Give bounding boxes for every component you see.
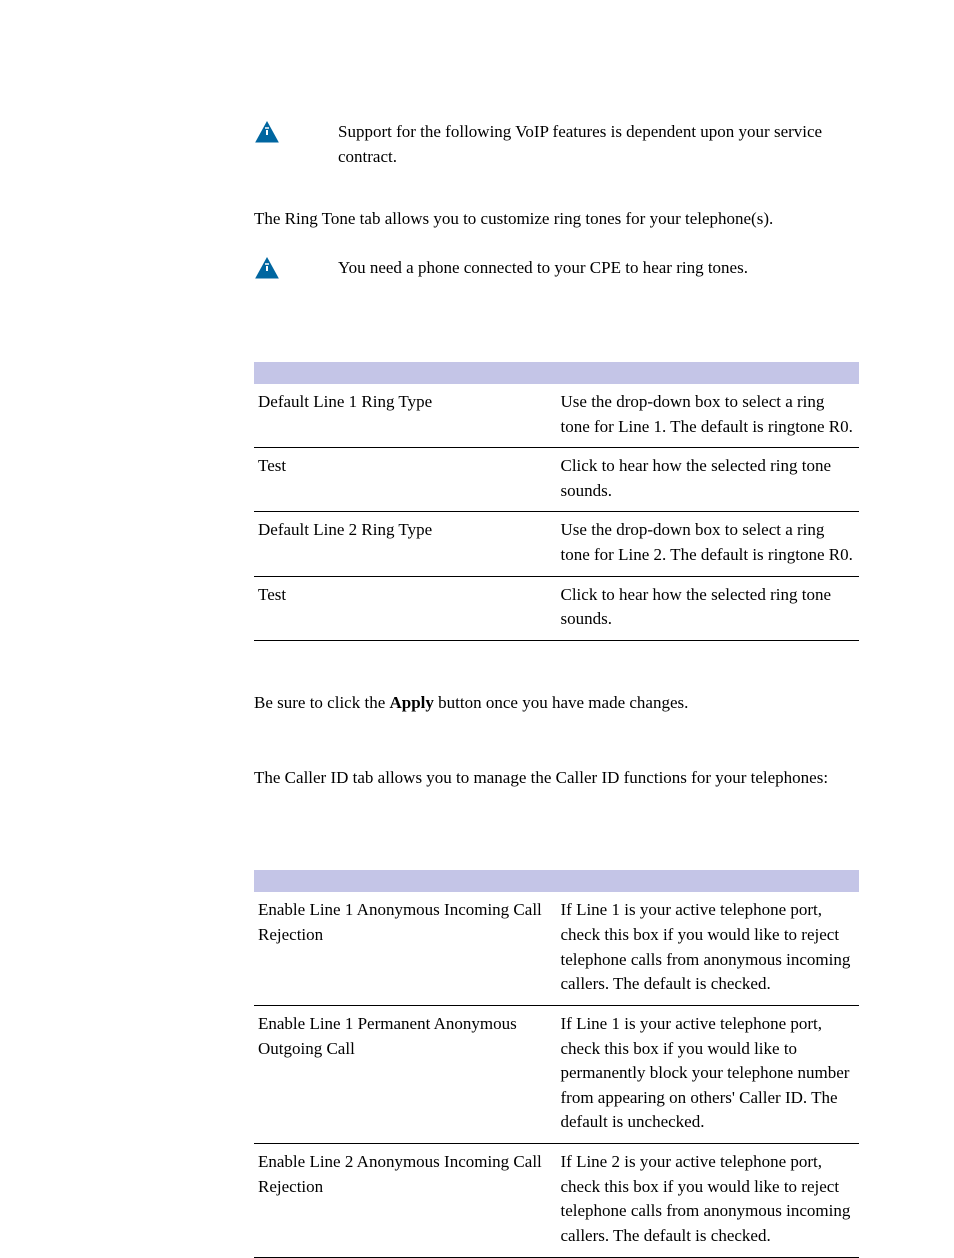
table-row: Test Click to hear how the selected ring… (254, 448, 859, 512)
table-cell-label: Enable Line 2 Anonymous Incoming Call Re… (254, 1144, 557, 1258)
table-row: Enable Line 1 Permanent Anonymous Outgoi… (254, 1005, 859, 1143)
apply-suffix: button once you have made changes. (434, 693, 688, 712)
table-cell-desc: If Line 1 is your active telephone port,… (557, 892, 860, 1005)
table-row: Default Line 1 Ring Type Use the drop-do… (254, 384, 859, 448)
table-cell-label: Test (254, 448, 557, 512)
note-text-2: You need a phone connected to your CPE t… (338, 256, 859, 281)
note-block-1: Support for the following VoIP features … (254, 120, 859, 169)
table-row: Default Line 2 Ring Type Use the drop-do… (254, 512, 859, 576)
note-icon (254, 120, 280, 146)
ring-tone-intro: The Ring Tone tab allows you to customiz… (254, 207, 859, 232)
apply-instruction: Be sure to click the Apply button once y… (254, 691, 859, 716)
table-cell-label: Default Line 1 Ring Type (254, 384, 557, 448)
apply-prefix: Be sure to click the (254, 693, 390, 712)
table-cell-desc: Click to hear how the selected ring tone… (557, 448, 860, 512)
table-cell-label: Enable Line 1 Anonymous Incoming Call Re… (254, 892, 557, 1005)
table-header (254, 870, 859, 892)
table-cell-label: Default Line 2 Ring Type (254, 512, 557, 576)
ring-tone-table: Default Line 1 Ring Type Use the drop-do… (254, 362, 859, 641)
table-cell-desc: If Line 1 is your active telephone port,… (557, 1005, 860, 1143)
table-cell-desc: If Line 2 is your active telephone port,… (557, 1144, 860, 1258)
table-cell-label: Test (254, 576, 557, 640)
apply-bold: Apply (390, 693, 434, 712)
note-icon (254, 256, 280, 282)
table-cell-label: Enable Line 1 Permanent Anonymous Outgoi… (254, 1005, 557, 1143)
table-cell-desc: Use the drop-down box to select a ring t… (557, 512, 860, 576)
note-text-1: Support for the following VoIP features … (338, 120, 859, 169)
table-cell-desc: Use the drop-down box to select a ring t… (557, 384, 860, 448)
table-cell-desc: Click to hear how the selected ring tone… (557, 576, 860, 640)
table-row: Enable Line 1 Anonymous Incoming Call Re… (254, 892, 859, 1005)
caller-id-intro: The Caller ID tab allows you to manage t… (254, 766, 859, 791)
table-row: Test Click to hear how the selected ring… (254, 576, 859, 640)
table-row: Enable Line 2 Anonymous Incoming Call Re… (254, 1144, 859, 1258)
caller-id-table: Enable Line 1 Anonymous Incoming Call Re… (254, 870, 859, 1257)
note-block-2: You need a phone connected to your CPE t… (254, 256, 859, 282)
table-header (254, 362, 859, 384)
